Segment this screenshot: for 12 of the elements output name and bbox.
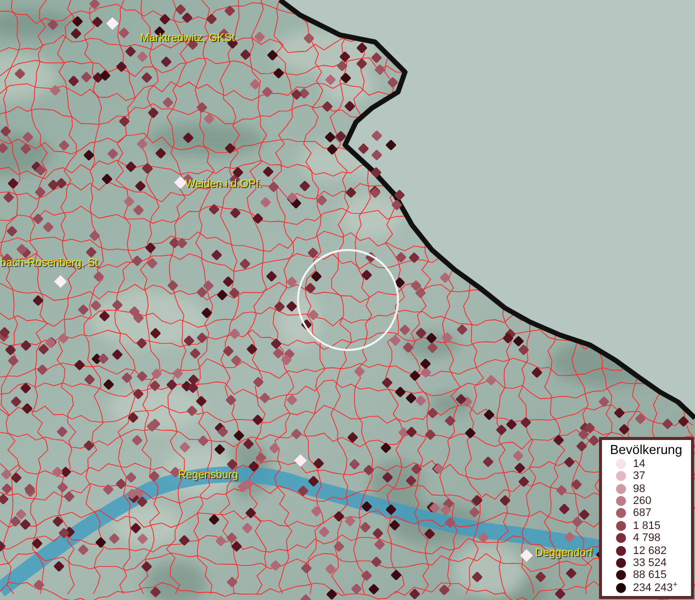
legend-value: 687 xyxy=(633,507,652,520)
legend-value: 12 682 xyxy=(633,544,667,557)
legend-value: 33 524 xyxy=(633,557,667,570)
legend-value: 14 xyxy=(633,458,646,470)
legend-value: 260 xyxy=(633,495,652,508)
legend-value: 37 xyxy=(633,470,646,482)
legend-value: 1 815 xyxy=(633,520,661,532)
legend-value: 88 615 xyxy=(633,569,667,582)
legend-value: 234 243$^{+}$ xyxy=(633,582,678,594)
legend-value: 98 xyxy=(633,482,646,495)
legend-value: 4 798 xyxy=(633,532,661,544)
legend-title: Bevölkerung xyxy=(610,442,683,458)
